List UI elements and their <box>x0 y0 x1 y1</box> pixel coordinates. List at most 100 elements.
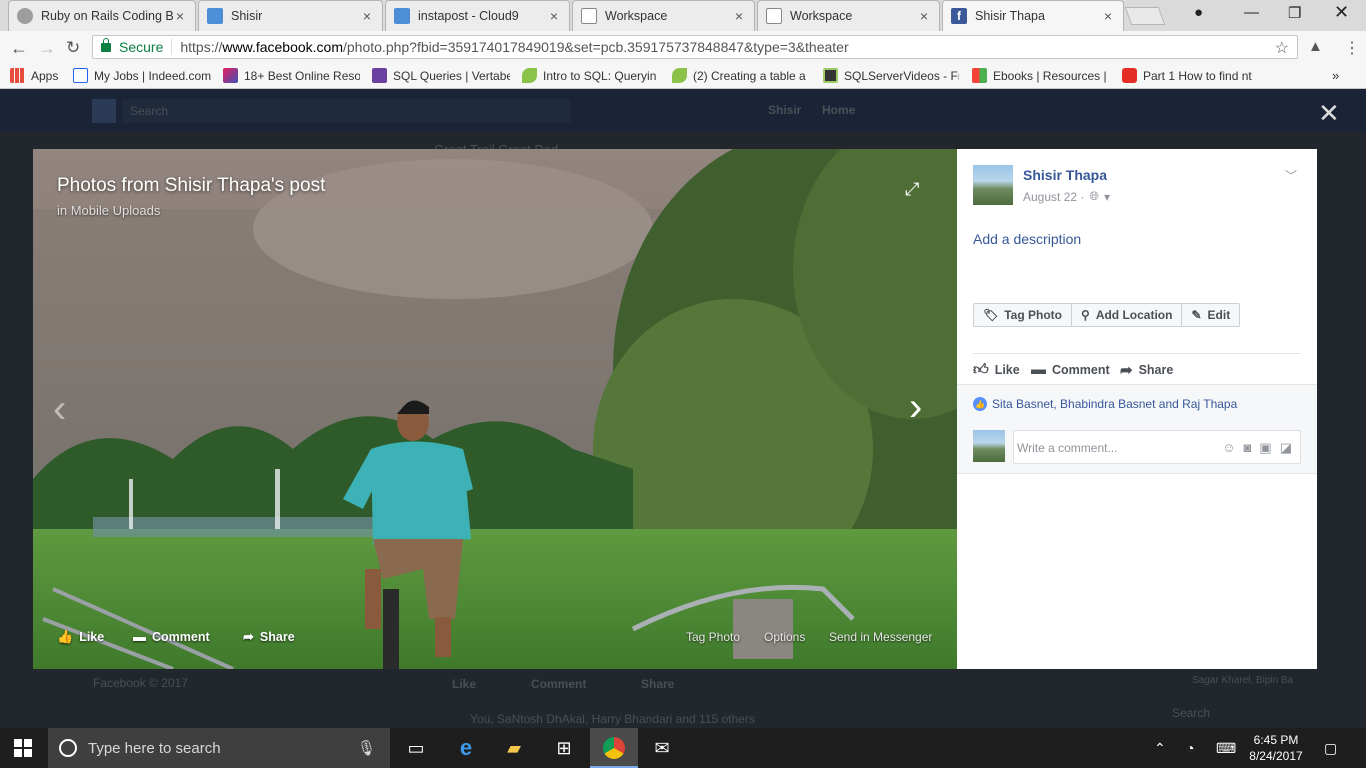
author-avatar[interactable] <box>973 165 1013 205</box>
profile-icon[interactable]: ● <box>1194 4 1203 21</box>
task-view-icon[interactable]: ▭ <box>404 736 428 760</box>
url-field[interactable]: Secure https://www.facebook.com/photo.ph… <box>92 35 1298 59</box>
next-photo-icon[interactable]: › <box>909 385 922 430</box>
bookmark-part1[interactable]: Part 1 How to find nt <box>1122 68 1260 83</box>
emoji-icon[interactable]: ☺ <box>1222 440 1235 456</box>
previous-photo-icon[interactable]: ‹ <box>53 387 66 432</box>
microphone-icon[interactable]: 🎙︎ <box>357 739 376 757</box>
wifi-icon[interactable]: ◔ <box>1186 740 1194 756</box>
likes-names[interactable]: Sita Basnet, Bhabindra Basnet and Raj Th… <box>992 397 1237 411</box>
post-menu-chevron-icon[interactable]: ﹀ <box>1285 167 1297 184</box>
author-name[interactable]: Shisir Thapa <box>1023 167 1107 183</box>
vertabelo-icon <box>372 68 387 83</box>
bg-share-button[interactable]: Share <box>641 677 674 691</box>
restore-icon[interactable]: ❐ <box>1288 4 1301 22</box>
taskbar-search[interactable]: Type here to search 🎙︎ <box>48 728 390 768</box>
panel-share-button[interactable]: ➦ Share <box>1120 361 1173 379</box>
tab-shisir-thapa[interactable]: f Shisir Thapa × <box>942 0 1124 31</box>
windows-start-icon[interactable] <box>14 739 32 757</box>
camera-icon[interactable]: ◙ <box>1244 440 1252 456</box>
close-tab-icon[interactable]: × <box>360 8 374 24</box>
photo-share-button[interactable]: ➦ Share <box>243 629 295 645</box>
panel-like-button[interactable]: 👍︎ Like <box>973 361 1020 379</box>
gif-icon[interactable]: ▣ <box>1259 440 1271 456</box>
close-window-icon[interactable]: ✕ <box>1334 2 1349 23</box>
bookmark-apps[interactable]: Apps <box>10 68 58 83</box>
extension-icon[interactable]: ▲ <box>1308 38 1323 55</box>
leaf-icon <box>522 68 537 83</box>
bookmark-sqlservervideos[interactable]: SQLServerVideos - Fr <box>823 68 959 83</box>
reload-icon[interactable]: ↻ <box>66 38 80 58</box>
photo-tools-group: 🏷︎ Tag Photo ⚲ Add Location ✎ Edit <box>973 303 1241 327</box>
bookmark-online-resources[interactable]: 18+ Best Online Reso <box>223 68 360 83</box>
chat-search[interactable]: Search <box>1172 706 1210 720</box>
system-clock[interactable]: 6:45 PM 8/24/2017 <box>1236 732 1316 764</box>
tab-title: Workspace <box>790 9 853 23</box>
photo-like-button[interactable]: 👍 Like <box>57 629 104 645</box>
close-tab-icon[interactable]: × <box>547 8 561 24</box>
bookmark-label: (2) Creating a table a <box>693 68 806 83</box>
comment-tools: ☺ ◙ ▣ ◪ <box>1222 440 1292 456</box>
minimize-icon[interactable]: — <box>1244 4 1259 21</box>
fb-search-field[interactable]: Search <box>122 99 570 123</box>
fb-user-link[interactable]: Shisir <box>768 103 801 117</box>
bookmark-creating-table[interactable]: (2) Creating a table a <box>672 68 810 83</box>
add-description-link[interactable]: Add a description <box>973 231 1081 247</box>
photo-share-label: Share <box>259 630 295 644</box>
photo-messenger-link[interactable]: Send in Messenger <box>829 630 932 644</box>
edge-icon[interactable]: e <box>454 735 478 760</box>
forward-icon[interactable]: → <box>38 38 56 59</box>
photo-comment-button[interactable]: ▬ Comment <box>133 629 210 644</box>
close-tab-icon[interactable]: × <box>173 8 187 24</box>
globe-icon[interactable]: 🌐︎ <box>1089 189 1099 204</box>
photo-tag-link[interactable]: Tag Photo <box>686 630 740 644</box>
file-explorer-icon[interactable]: ▰ <box>502 736 526 760</box>
tab-shisir[interactable]: Shisir × <box>198 0 383 31</box>
sticker-icon[interactable]: ◪ <box>1280 440 1292 456</box>
tag-photo-button[interactable]: 🏷︎ Tag Photo <box>974 304 1073 326</box>
fullscreen-icon[interactable]: ⤢ <box>905 179 919 200</box>
menu-icon[interactable]: ⋮ <box>1344 38 1360 58</box>
audience-dropdown-icon[interactable]: ▾ <box>1104 190 1110 204</box>
action-center-icon[interactable]: ▢ <box>1324 740 1337 757</box>
comment-input[interactable]: Write a comment... ☺ ◙ ▣ ◪ <box>1013 430 1301 464</box>
comment-placeholder: Write a comment... <box>1017 441 1118 455</box>
fb-home-link[interactable]: Home <box>822 103 855 117</box>
theater-subtitle[interactable]: in Mobile Uploads <box>57 203 160 218</box>
bookmark-star-icon[interactable]: ☆ <box>1275 38 1289 58</box>
bookmark-indeed[interactable]: My Jobs | Indeed.com <box>73 68 213 83</box>
mail-icon[interactable]: ✉ <box>650 736 674 760</box>
bg-like-button[interactable]: Like <box>452 677 476 691</box>
facebook-icon: f <box>951 8 967 24</box>
photo-viewer[interactable]: Photos from Shisir Thapa's post in Mobil… <box>33 149 957 669</box>
close-theater-icon[interactable]: ✕ <box>1318 98 1340 129</box>
edit-button[interactable]: ✎ Edit <box>1182 304 1239 326</box>
panel-comment-button[interactable]: ▬ Comment <box>1031 361 1110 378</box>
chrome-taskbar-button[interactable] <box>590 728 638 768</box>
taskbar-search-placeholder: Type here to search <box>88 739 221 757</box>
bg-comment-button[interactable]: Comment <box>531 677 586 691</box>
new-tab-button[interactable] <box>1124 7 1166 25</box>
bookmark-ebooks[interactable]: Ebooks | Resources | <box>972 68 1108 83</box>
bookmark-intro-sql[interactable]: Intro to SQL: Queryin <box>522 68 660 83</box>
tab-ruby-on-rails[interactable]: Ruby on Rails Coding B × <box>8 0 196 31</box>
facebook-logo-icon[interactable] <box>92 99 116 123</box>
more-bookmarks-icon[interactable]: » <box>1332 68 1339 83</box>
close-tab-icon[interactable]: × <box>917 8 931 24</box>
bookmark-sql-queries[interactable]: SQL Queries | Vertabe <box>372 68 510 83</box>
tab-instapost[interactable]: instapost - Cloud9 × <box>385 0 570 31</box>
tab-workspace-1[interactable]: Workspace × <box>572 0 755 31</box>
post-date[interactable]: August 22 · <box>1023 190 1084 204</box>
share-icon: ➦ <box>243 629 254 644</box>
store-icon[interactable]: ⊞ <box>552 736 576 760</box>
add-location-button[interactable]: ⚲ Add Location <box>1072 304 1183 326</box>
tab-workspace-2[interactable]: Workspace × <box>757 0 940 31</box>
tray-expand-icon[interactable]: ⌃ <box>1154 740 1166 757</box>
likes-summary[interactable]: 👍 Sita Basnet, Bhabindra Basnet and Raj … <box>973 397 1237 411</box>
photo-options-link[interactable]: Options <box>764 630 805 644</box>
close-tab-icon[interactable]: × <box>732 8 746 24</box>
secure-indicator[interactable]: Secure <box>93 37 173 55</box>
keyboard-icon[interactable]: ⌨ <box>1216 740 1236 757</box>
back-icon[interactable]: ← <box>10 38 28 59</box>
close-tab-icon[interactable]: × <box>1101 8 1115 24</box>
